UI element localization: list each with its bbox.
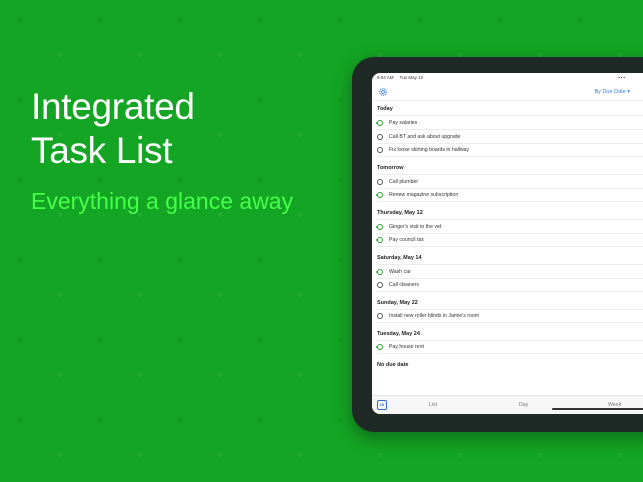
checkbox-icon[interactable] — [377, 133, 383, 140]
section-header: Tuesday, May 24 — [377, 331, 420, 337]
task-list: Today Pay salaries Call BT and ask about u… — [372, 101, 643, 371]
multitask-dots[interactable]: ••• — [618, 75, 626, 83]
checkbox-icon[interactable] — [377, 147, 383, 153]
task-row[interactable]: Pay house rent — [376, 340, 643, 354]
task-label: Pay council tax — [389, 237, 424, 243]
repeat-checkbox-icon[interactable] — [376, 223, 383, 230]
sort-button[interactable]: By Due Date ▾ — [595, 89, 630, 95]
gear-icon[interactable] — [378, 87, 388, 97]
task-label: Call plumber — [389, 178, 419, 185]
task-group: Pay salaries Call BT and ask about upgrad… — [376, 115, 643, 157]
task-row[interactable]: Call BT and ask about upgrade — [377, 129, 643, 143]
task-group: Install new roller blinds in Jamie's roo… — [377, 309, 643, 323]
repeat-checkbox-icon[interactable] — [376, 344, 383, 350]
section-header: Sunday, May 22 — [377, 300, 418, 306]
status-time: 9:04 AM — [377, 75, 394, 80]
section-header: Saturday, May 14 — [377, 255, 422, 261]
section-header: Thursday, May 12 — [377, 210, 423, 216]
task-row[interactable]: Renew magazine subscription — [376, 188, 643, 202]
task-row[interactable]: Call cleaners — [377, 278, 643, 292]
task-label: Call cleaners — [389, 282, 419, 288]
headline-line-1: Integrated — [31, 86, 195, 127]
nav-bar: By Due Date ▾ — [372, 83, 643, 101]
section-header: No due date — [377, 362, 409, 368]
repeat-checkbox-icon[interactable] — [376, 119, 383, 126]
task-row[interactable]: Ginger's visit to the vet — [376, 219, 643, 233]
checkbox-icon[interactable] — [377, 282, 383, 288]
task-row[interactable]: Wash car — [376, 264, 643, 278]
tab-bar: 10 List Day Week — [372, 395, 643, 414]
task-label: Fix loose skirting boards in hallway — [389, 147, 470, 153]
checkbox-icon[interactable] — [377, 313, 383, 319]
repeat-checkbox-icon[interactable] — [376, 192, 383, 198]
task-label: Wash car — [389, 268, 411, 275]
task-label: Pay house rent — [389, 344, 424, 350]
checkbox-icon[interactable] — [377, 178, 383, 185]
task-group: Pay house rent — [376, 340, 643, 354]
task-group: Call plumber Renew magazine subscription — [376, 174, 643, 202]
tab-list[interactable]: List — [429, 402, 437, 408]
task-label: Pay salaries — [389, 119, 418, 126]
section-header: Today — [377, 106, 393, 112]
task-label: Renew magazine subscription — [389, 192, 459, 198]
status-date: Tue May 10 — [399, 75, 424, 80]
headline-line-2: Task List — [31, 130, 173, 171]
task-group: Ginger's visit to the vet Pay council tax — [376, 219, 643, 247]
section-header: Tomorrow — [377, 165, 404, 171]
home-indicator — [552, 408, 643, 410]
task-row[interactable]: Call plumber — [377, 174, 643, 188]
task-row[interactable]: Install new roller blinds in Jamie's roo… — [377, 309, 643, 323]
task-label: Install new roller blinds in Jamie's roo… — [389, 313, 480, 319]
promo-tagline: Everything a glance away — [31, 188, 294, 214]
tab-day[interactable]: Day — [519, 402, 528, 408]
task-row[interactable]: Fix loose skirting boards in hallway — [377, 143, 643, 157]
promo-headline: Integrated Task List — [31, 85, 195, 173]
task-group: Wash car Call cleaners — [376, 264, 643, 292]
status-bar: 9:04 AM Tue May 10 ••• — [372, 73, 643, 83]
repeat-checkbox-icon[interactable] — [376, 237, 383, 243]
task-label: Call BT and ask about upgrade — [389, 133, 461, 140]
task-row[interactable]: Pay salaries — [376, 115, 643, 129]
app-screen: 9:04 AM Tue May 10 ••• By Due Date ▾ Tod… — [372, 73, 643, 414]
task-row[interactable]: Pay council tax — [376, 233, 643, 247]
calendar-icon[interactable]: 10 — [377, 400, 387, 410]
repeat-checkbox-icon[interactable] — [376, 268, 383, 275]
task-label: Ginger's visit to the vet — [389, 223, 442, 230]
